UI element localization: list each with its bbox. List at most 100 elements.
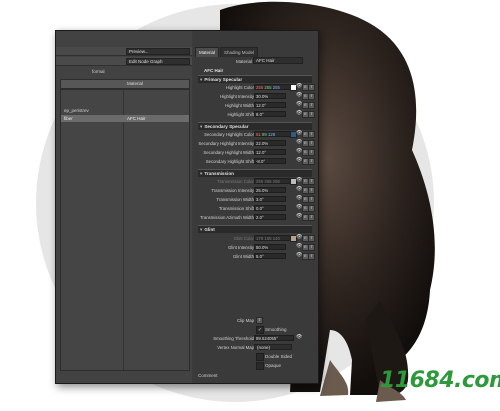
secondary-color-b: 128 <box>267 132 276 137</box>
eye-icon[interactable]: 👁 <box>296 102 302 107</box>
secondary-color-label: Secondary Highlight Color <box>204 132 254 137</box>
smoothing-label: Smoothing <box>265 327 287 332</box>
texture-button[interactable]: T <box>308 140 315 147</box>
opaque-checkbox[interactable] <box>256 362 264 370</box>
eye-icon[interactable]: 👁 <box>296 187 302 192</box>
texture-button[interactable]: T <box>308 244 315 251</box>
eye-icon[interactable]: 👁 <box>296 244 302 249</box>
texture-button[interactable]: T <box>308 84 315 91</box>
eye-icon[interactable]: 👁 <box>296 178 302 183</box>
section-primary-specular[interactable]: ▾ Primary Specular <box>198 75 312 83</box>
transmission-intensity-label: Transmission Intensity <box>211 188 254 193</box>
eye-icon[interactable]: 👁 <box>296 111 302 116</box>
formal-label: formal <box>92 69 105 74</box>
texture-button[interactable]: T <box>308 102 315 109</box>
highlight-width-field[interactable]: 12.0° <box>254 102 286 108</box>
secondary-color-r: 51 <box>256 132 261 137</box>
clip-map-texture-button[interactable]: T <box>256 317 263 324</box>
glint-color-b: 140 <box>272 236 280 241</box>
transmission-width-field[interactable]: 3.0° <box>254 196 286 202</box>
edit-node-graph-button[interactable]: Edit Node Graph <box>126 58 190 65</box>
texture-button[interactable]: T <box>308 187 315 194</box>
eye-icon[interactable]: 👁 <box>296 93 302 98</box>
eye-icon[interactable]: 👁 <box>296 335 302 340</box>
texture-button[interactable]: T <box>308 111 315 118</box>
tab-shading-model[interactable]: Shading Model <box>220 47 259 57</box>
secondary-color-g: 89 <box>261 132 267 137</box>
highlight-color-field[interactable]: 255 255 255 <box>254 84 292 90</box>
vertex-normal-map-value: (none) <box>257 345 271 350</box>
surface-list[interactable]: ep_peristrev fiber AFC Hair <box>60 89 190 371</box>
texture-button[interactable]: T <box>308 196 315 203</box>
glint-width-field[interactable]: 5.0° <box>254 253 286 259</box>
transmission-color-g: 255 <box>264 179 272 184</box>
glint-color-g: 165 <box>264 236 272 241</box>
texture-button[interactable]: T <box>308 205 315 212</box>
highlight-shift-field[interactable]: 8.0° <box>254 111 286 117</box>
transmission-color-field[interactable]: 255 255 255 <box>254 178 292 184</box>
surface-row-name[interactable]: ep_peristrev <box>64 108 89 113</box>
surface-row-selected-material: AFC Hair <box>127 116 146 121</box>
eye-icon[interactable]: 👁 <box>296 84 302 89</box>
tab-material[interactable]: Material <box>195 47 220 57</box>
clip-map-label: Clip Map <box>237 318 254 323</box>
comment-label: Comment <box>198 373 218 378</box>
transmission-color-b: 255 <box>272 179 280 184</box>
section-secondary-title: Secondary Specular <box>204 124 249 129</box>
texture-button[interactable]: T <box>308 235 315 242</box>
eye-icon[interactable]: 👁 <box>296 253 302 258</box>
surface-list-header: Material <box>60 79 190 89</box>
preview-dropdown[interactable]: Preview... <box>126 48 190 55</box>
highlight-intensity-field[interactable]: 30.0% <box>254 93 286 99</box>
eye-icon[interactable]: 👁 <box>296 149 302 154</box>
highlight-width-label: Highlight Width <box>225 103 254 108</box>
glint-intensity-field[interactable]: 50.0% <box>254 244 286 250</box>
eye-icon[interactable]: 👁 <box>296 214 302 219</box>
texture-button[interactable]: T <box>308 131 315 138</box>
texture-button[interactable]: T <box>308 149 315 156</box>
eye-icon[interactable]: 👁 <box>296 140 302 145</box>
glint-color-label: Glint Color <box>233 236 254 241</box>
surface-row-selected-name: fiber <box>64 116 73 121</box>
texture-button[interactable]: T <box>308 178 315 185</box>
eye-icon[interactable]: 👁 <box>296 196 302 201</box>
secondary-color-field[interactable]: 51 89 128 <box>254 131 292 137</box>
opaque-label: Opaque <box>265 363 282 368</box>
edit-node-graph-label: Edit Node Graph <box>129 59 163 64</box>
eye-icon[interactable]: 👁 <box>296 158 302 163</box>
double-sided-label: Double Sided <box>265 354 293 359</box>
transmission-shift-label: Transmission Shift <box>218 206 254 211</box>
smoothing-threshold-field[interactable]: 89.524055° <box>254 335 294 341</box>
glint-color-r: 178 <box>256 236 264 241</box>
transmission-azimuth-field[interactable]: 2.0° <box>254 214 286 220</box>
texture-button[interactable]: T <box>308 253 315 260</box>
vertex-normal-map-dropdown[interactable]: (none) <box>254 344 292 350</box>
eye-icon[interactable]: 👁 <box>296 205 302 210</box>
material-dropdown[interactable]: AFC Hair <box>253 57 303 64</box>
texture-button[interactable]: T <box>308 214 315 221</box>
column-material: Material <box>127 81 144 86</box>
smoothing-checkbox[interactable]: ✓ <box>256 326 264 334</box>
eye-icon[interactable]: 👁 <box>296 235 302 240</box>
secondary-shift-field[interactable]: -8.0° <box>254 158 286 164</box>
section-glint-title: Glint <box>204 227 215 232</box>
double-sided-checkbox[interactable] <box>256 353 264 361</box>
transmission-intensity-field[interactable]: 25.0% <box>254 187 286 193</box>
texture-button[interactable]: T <box>308 158 315 165</box>
section-glint[interactable]: ▾ Glint <box>198 225 312 233</box>
surface-row-selected[interactable]: fiber AFC Hair <box>61 115 189 122</box>
texture-button[interactable]: T <box>308 93 315 100</box>
eye-icon[interactable]: 👁 <box>296 131 302 136</box>
highlight-shift-label: Highlight Shift <box>227 112 254 117</box>
glint-width-label: Glint Width <box>232 254 254 259</box>
secondary-intensity-field[interactable]: 22.0% <box>254 140 286 146</box>
highlight-color-label: Highlight Color <box>225 85 254 90</box>
section-transmission[interactable]: ▾ Transmission <box>198 169 312 177</box>
preview-dropdown-label: Preview... <box>129 49 149 54</box>
transmission-azimuth-label: Transmission Azimuth Width <box>199 215 254 220</box>
transmission-shift-field[interactable]: 0.0° <box>254 205 286 211</box>
glint-color-field[interactable]: 178 165 140 <box>254 235 292 241</box>
surface-list-pane: Preview... Edit Node Graph formal Materi… <box>56 31 192 383</box>
section-secondary-specular[interactable]: ▾ Secondary Specular <box>198 122 312 130</box>
secondary-width-field[interactable]: 12.0° <box>254 149 286 155</box>
